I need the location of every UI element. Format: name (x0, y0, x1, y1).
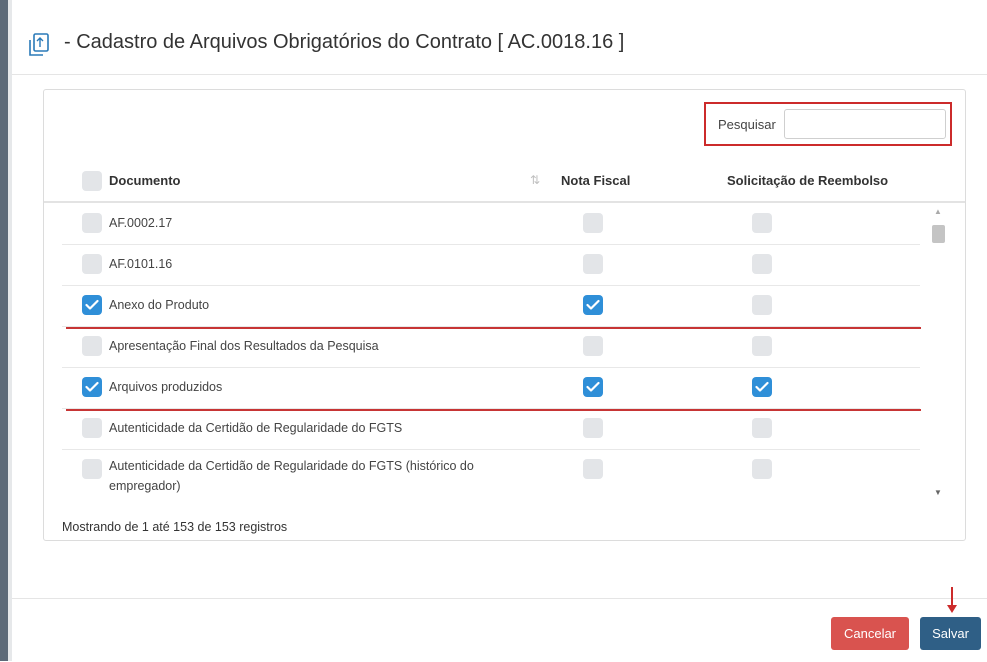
table-scrollbar[interactable]: ▲ ▼ (930, 207, 947, 503)
nota-fiscal-checkbox[interactable] (583, 377, 603, 397)
reembolso-checkbox[interactable] (752, 418, 772, 438)
document-name: Apresentação Final dos Resultados da Pes… (109, 339, 379, 353)
row-select-checkbox[interactable] (82, 459, 102, 479)
search-label: Pesquisar (718, 117, 776, 132)
row-select-checkbox[interactable] (82, 254, 102, 274)
checkmark-icon (586, 299, 600, 310)
cancel-button[interactable]: Cancelar (831, 617, 909, 650)
table-row: Arquivos produzidos (62, 367, 920, 409)
nota-fiscal-checkbox[interactable] (583, 254, 603, 274)
scroll-down-arrow-icon[interactable]: ▼ (934, 488, 942, 497)
red-arrow-down-icon (947, 587, 957, 613)
document-name: AF.0002.17 (109, 216, 173, 230)
checkmark-icon (586, 381, 600, 392)
nota-fiscal-checkbox[interactable] (583, 336, 603, 356)
documents-panel: Pesquisar Documento ⇅ Nota Fiscal Solici… (43, 89, 966, 541)
column-header-documento[interactable]: Documento (109, 173, 181, 188)
modal-footer: Cancelar Salvar (12, 587, 987, 662)
row-select-checkbox[interactable] (82, 418, 102, 438)
red-underline-annotation (66, 409, 921, 411)
reembolso-checkbox[interactable] (752, 254, 772, 274)
row-select-checkbox[interactable] (82, 377, 102, 397)
scroll-up-arrow-icon[interactable]: ▲ (934, 207, 942, 216)
row-select-checkbox[interactable] (82, 213, 102, 233)
row-select-checkbox[interactable] (82, 295, 102, 315)
nota-fiscal-checkbox[interactable] (583, 459, 603, 479)
table-row: AF.0002.17 (62, 203, 920, 245)
red-underline-annotation (66, 327, 921, 329)
table-row: Autenticidade da Certidão de Regularidad… (62, 408, 920, 450)
modal-dialog: - Cadastro de Arquivos Obrigatórios do C… (12, 12, 987, 661)
table-row: Apresentação Final dos Resultados da Pes… (62, 326, 920, 368)
checkmark-icon (755, 381, 769, 392)
checkmark-icon (85, 381, 99, 392)
document-name: Arquivos produzidos (109, 380, 223, 394)
nota-fiscal-checkbox[interactable] (583, 295, 603, 315)
row-select-checkbox[interactable] (82, 336, 102, 356)
column-header-reembolso: Solicitação de Reembolso (727, 173, 889, 188)
reembolso-checkbox[interactable] (752, 336, 772, 356)
select-all-checkbox[interactable] (82, 171, 102, 191)
background-page-edge (0, 0, 8, 661)
table-row: AF.0101.16 (62, 244, 920, 286)
nota-fiscal-checkbox[interactable] (583, 213, 603, 233)
records-info: Mostrando de 1 até 153 de 153 registros (62, 520, 288, 534)
reembolso-checkbox[interactable] (752, 377, 772, 397)
checkmark-icon (85, 299, 99, 310)
table-row: Autenticidade da Certidão de Regularidad… (62, 449, 920, 505)
scrollbar-thumb[interactable] (932, 225, 945, 243)
modal-header: - Cadastro de Arquivos Obrigatórios do C… (12, 12, 987, 75)
sort-icon[interactable]: ⇅ (530, 173, 540, 187)
reembolso-checkbox[interactable] (752, 459, 772, 479)
copy-documents-icon (29, 33, 49, 56)
table-header: Documento ⇅ Nota Fiscal Solicitação de R… (44, 163, 965, 203)
nota-fiscal-checkbox[interactable] (583, 418, 603, 438)
reembolso-checkbox[interactable] (752, 213, 772, 233)
table-row: Anexo do Produto (62, 285, 920, 327)
save-button[interactable]: Salvar (920, 617, 981, 650)
modal-title: - Cadastro de Arquivos Obrigatórios do C… (64, 31, 625, 53)
document-name: Autenticidade da Certidão de Regularidad… (109, 421, 403, 435)
document-name: Anexo do Produto (109, 298, 210, 312)
reembolso-checkbox[interactable] (752, 295, 772, 315)
document-name: AF.0101.16 (109, 257, 173, 271)
search-highlight-box: Pesquisar (704, 102, 952, 146)
search-input[interactable] (784, 109, 946, 139)
column-header-nota-fiscal: Nota Fiscal (561, 173, 631, 188)
table-body: AF.0002.17 AF.0101.16 Anexo do Produto Apre… (44, 203, 922, 505)
document-name: Autenticidade da Certidão de Regularidad… (109, 459, 474, 493)
